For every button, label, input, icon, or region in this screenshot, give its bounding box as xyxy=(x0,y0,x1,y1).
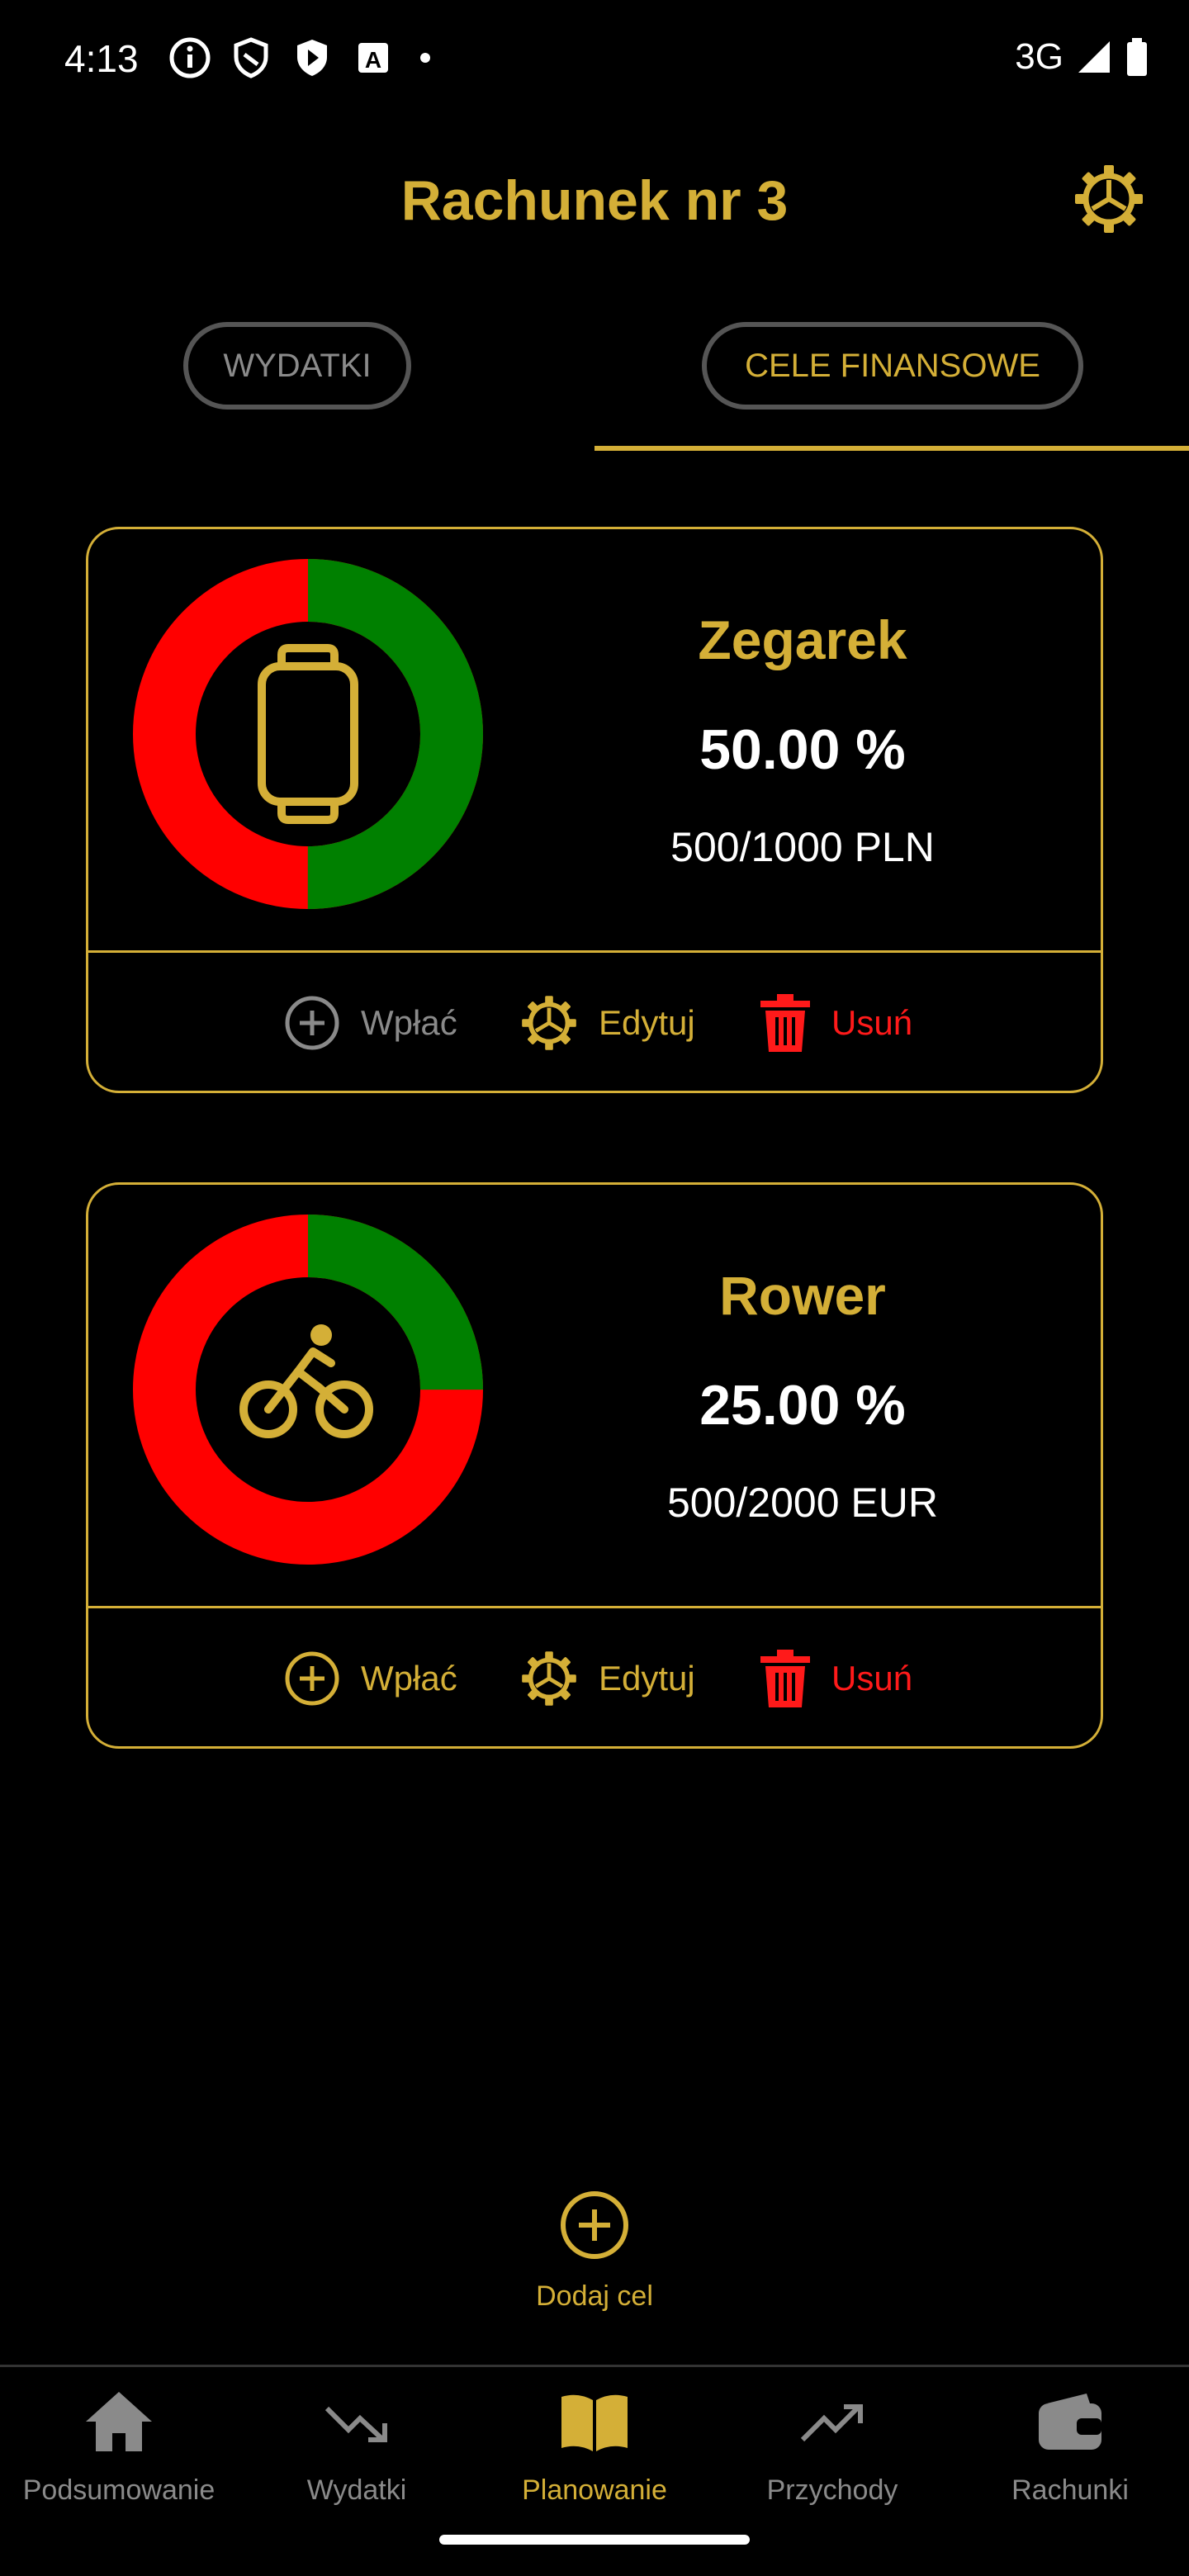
plus-circle-icon xyxy=(285,996,339,1050)
home-indicator[interactable] xyxy=(439,2535,750,2545)
edit-label: Edytuj xyxy=(599,1659,695,1698)
tab-bar: WYDATKI CELE FINANSOWE xyxy=(0,314,1189,454)
nav-label: Podsumowanie xyxy=(22,2474,216,2506)
goal-amount: 500/1000 PLN xyxy=(670,824,935,870)
goal-amount: 500/2000 EUR xyxy=(666,1480,938,1526)
status-left-icons: A xyxy=(168,36,438,79)
rider-head xyxy=(310,1324,332,1346)
dot-icon xyxy=(420,53,430,63)
nav-label: Planowanie xyxy=(522,2474,667,2506)
tab-cele-finansowe[interactable]: CELE FINANSOWE xyxy=(702,322,1083,410)
info-icon xyxy=(169,37,211,78)
settings-button[interactable] xyxy=(1072,162,1146,236)
goal-actions: Wpłać Edytuj Usuń xyxy=(88,953,1101,1093)
trending-down-icon xyxy=(324,2406,387,2442)
plus-circle-icon xyxy=(561,2191,628,2259)
tab-active-indicator xyxy=(594,446,1189,451)
trending-up-icon xyxy=(800,2404,863,2442)
nav-label: Wydatki xyxy=(306,2474,407,2506)
shield-icon xyxy=(234,37,268,78)
tab-wydatki[interactable]: WYDATKI xyxy=(183,322,411,410)
nav-item-podsumowanie[interactable]: Podsumowanie xyxy=(0,2367,238,2532)
book-icon xyxy=(561,2394,628,2451)
goal-name: Zegarek xyxy=(698,609,907,670)
nav-item-rachunki[interactable]: Rachunki xyxy=(951,2367,1189,2532)
status-bar: 4:13 A 3G xyxy=(0,0,1189,116)
edit-button[interactable]: Edytuj xyxy=(519,953,695,1093)
gear-icon xyxy=(1075,165,1143,233)
deposit-label: Wpłać xyxy=(361,1003,457,1042)
network-type: 3G xyxy=(1015,36,1063,77)
gear-icon xyxy=(522,996,576,1050)
wallet-icon xyxy=(1039,2394,1101,2450)
page-title: Rachunek nr 3 xyxy=(400,169,789,232)
add-goal-button[interactable]: Dodaj cel xyxy=(495,2188,694,2320)
edit-label: Edytuj xyxy=(599,1003,695,1042)
delete-button[interactable]: Usuń xyxy=(759,1608,912,1749)
nav-item-przychody[interactable]: Przychody xyxy=(713,2367,951,2532)
goal-card: Zegarek 50.00 % 500/1000 PLN Wpłać Edytu… xyxy=(86,527,1103,1093)
nav-label: Przychody xyxy=(766,2474,898,2506)
nav-label: Rachunki xyxy=(1011,2474,1129,2506)
trash-icon xyxy=(760,994,810,1052)
deposit-button[interactable]: Wpłać xyxy=(283,953,457,1093)
goal-card: Rower 25.00 % 500/2000 EUR Wpłać Edytuj … xyxy=(86,1182,1103,1749)
watch-icon xyxy=(258,644,358,824)
delete-button[interactable]: Usuń xyxy=(759,953,912,1093)
goal-percent: 25.00 % xyxy=(699,1374,906,1437)
play-shield-icon xyxy=(297,40,327,76)
svg-text:A: A xyxy=(365,47,381,73)
app-header: Rachunek nr 3 xyxy=(0,149,1189,256)
bicycle-icon xyxy=(239,1347,373,1438)
delete-label: Usuń xyxy=(831,1003,913,1042)
trash-icon xyxy=(760,1650,810,1707)
status-right-icons: 3G xyxy=(1015,36,1149,78)
edit-button[interactable]: Edytuj xyxy=(519,1608,695,1749)
goal-percent: 50.00 % xyxy=(699,718,906,781)
deposit-button[interactable]: Wpłać xyxy=(283,1608,457,1749)
status-time: 4:13 xyxy=(64,37,139,80)
deposit-label: Wpłać xyxy=(361,1659,457,1698)
goal-name: Rower xyxy=(719,1265,886,1326)
plus-circle-icon xyxy=(285,1651,339,1706)
signal-icon xyxy=(1078,41,1110,73)
nav-item-wydatki[interactable]: Wydatki xyxy=(238,2367,476,2532)
goal-progress-donut xyxy=(133,559,483,909)
goal-actions: Wpłać Edytuj Usuń xyxy=(88,1608,1101,1749)
gear-icon xyxy=(522,1651,576,1706)
delete-label: Usuń xyxy=(831,1659,913,1698)
home-icon xyxy=(86,2392,152,2451)
font-a-icon: A xyxy=(358,43,388,73)
add-goal-label: Dodaj cel xyxy=(536,2280,653,2312)
battery-icon xyxy=(1127,38,1147,76)
nav-item-planowanie[interactable]: Planowanie xyxy=(476,2367,713,2532)
goal-progress-donut xyxy=(133,1215,483,1565)
